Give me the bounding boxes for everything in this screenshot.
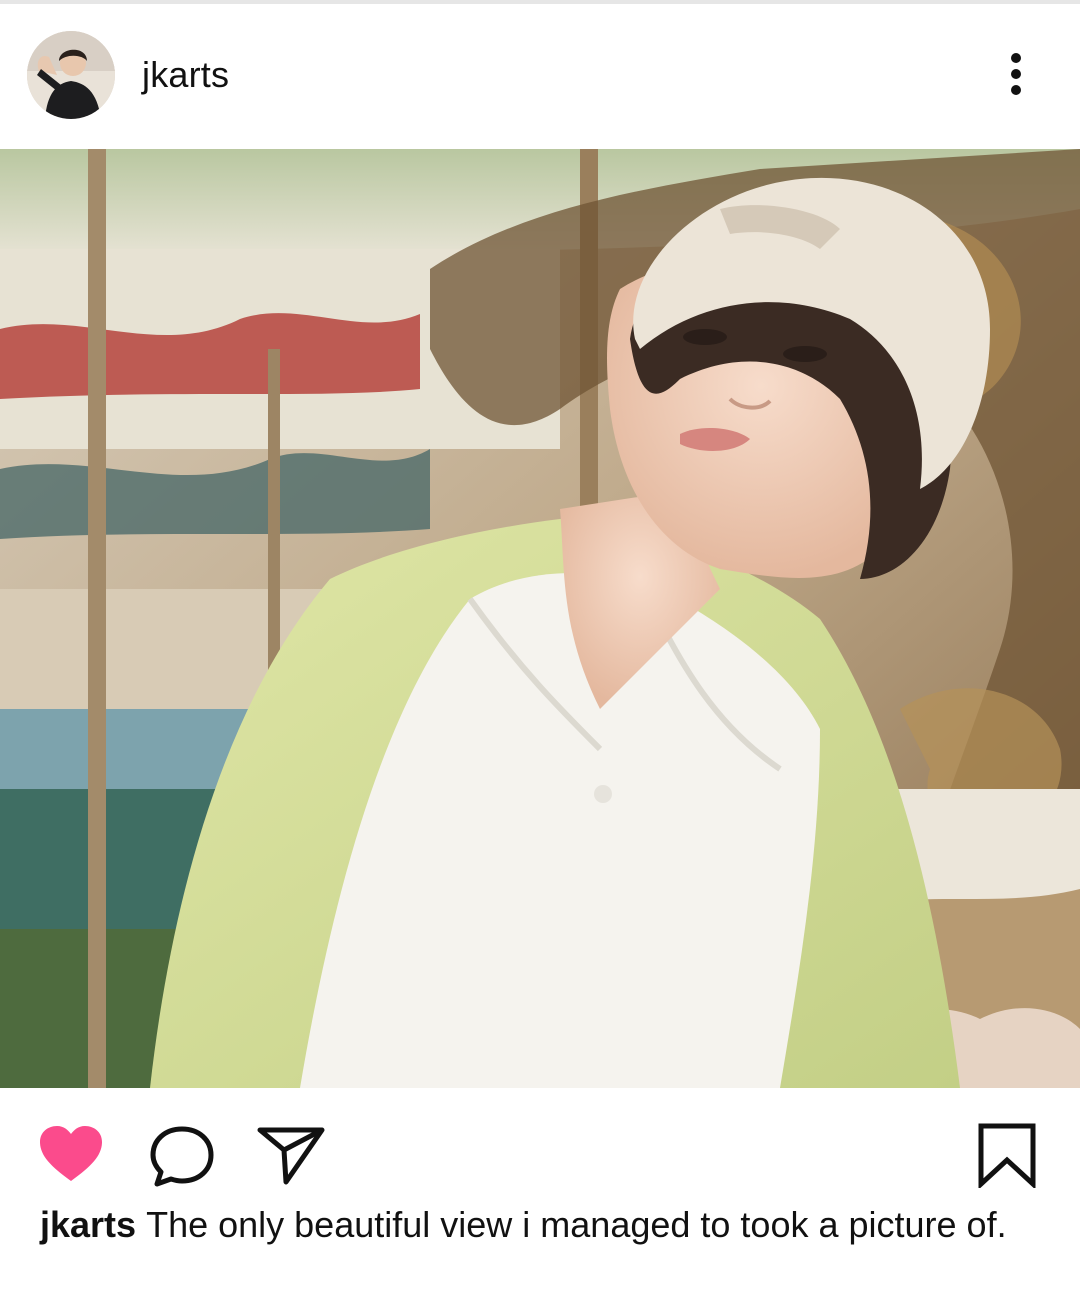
avatar[interactable] <box>27 31 115 119</box>
caption-username[interactable]: jkarts <box>40 1204 136 1245</box>
post-header: jkarts <box>0 4 1080 149</box>
send-icon[interactable] <box>256 1124 326 1193</box>
post-actions <box>0 1088 1080 1198</box>
more-vertical-icon[interactable] <box>996 50 1036 98</box>
caption-text: The only beautiful view i managed to too… <box>146 1204 1007 1245</box>
post-username[interactable]: jkarts <box>142 54 229 96</box>
comment-icon[interactable] <box>147 1124 217 1193</box>
post-photo[interactable] <box>0 149 1080 1088</box>
bookmark-icon[interactable] <box>975 1122 1039 1193</box>
post-caption: jkarts The only beautiful view i managed … <box>40 1204 1050 1246</box>
heart-icon[interactable] <box>38 1124 104 1189</box>
